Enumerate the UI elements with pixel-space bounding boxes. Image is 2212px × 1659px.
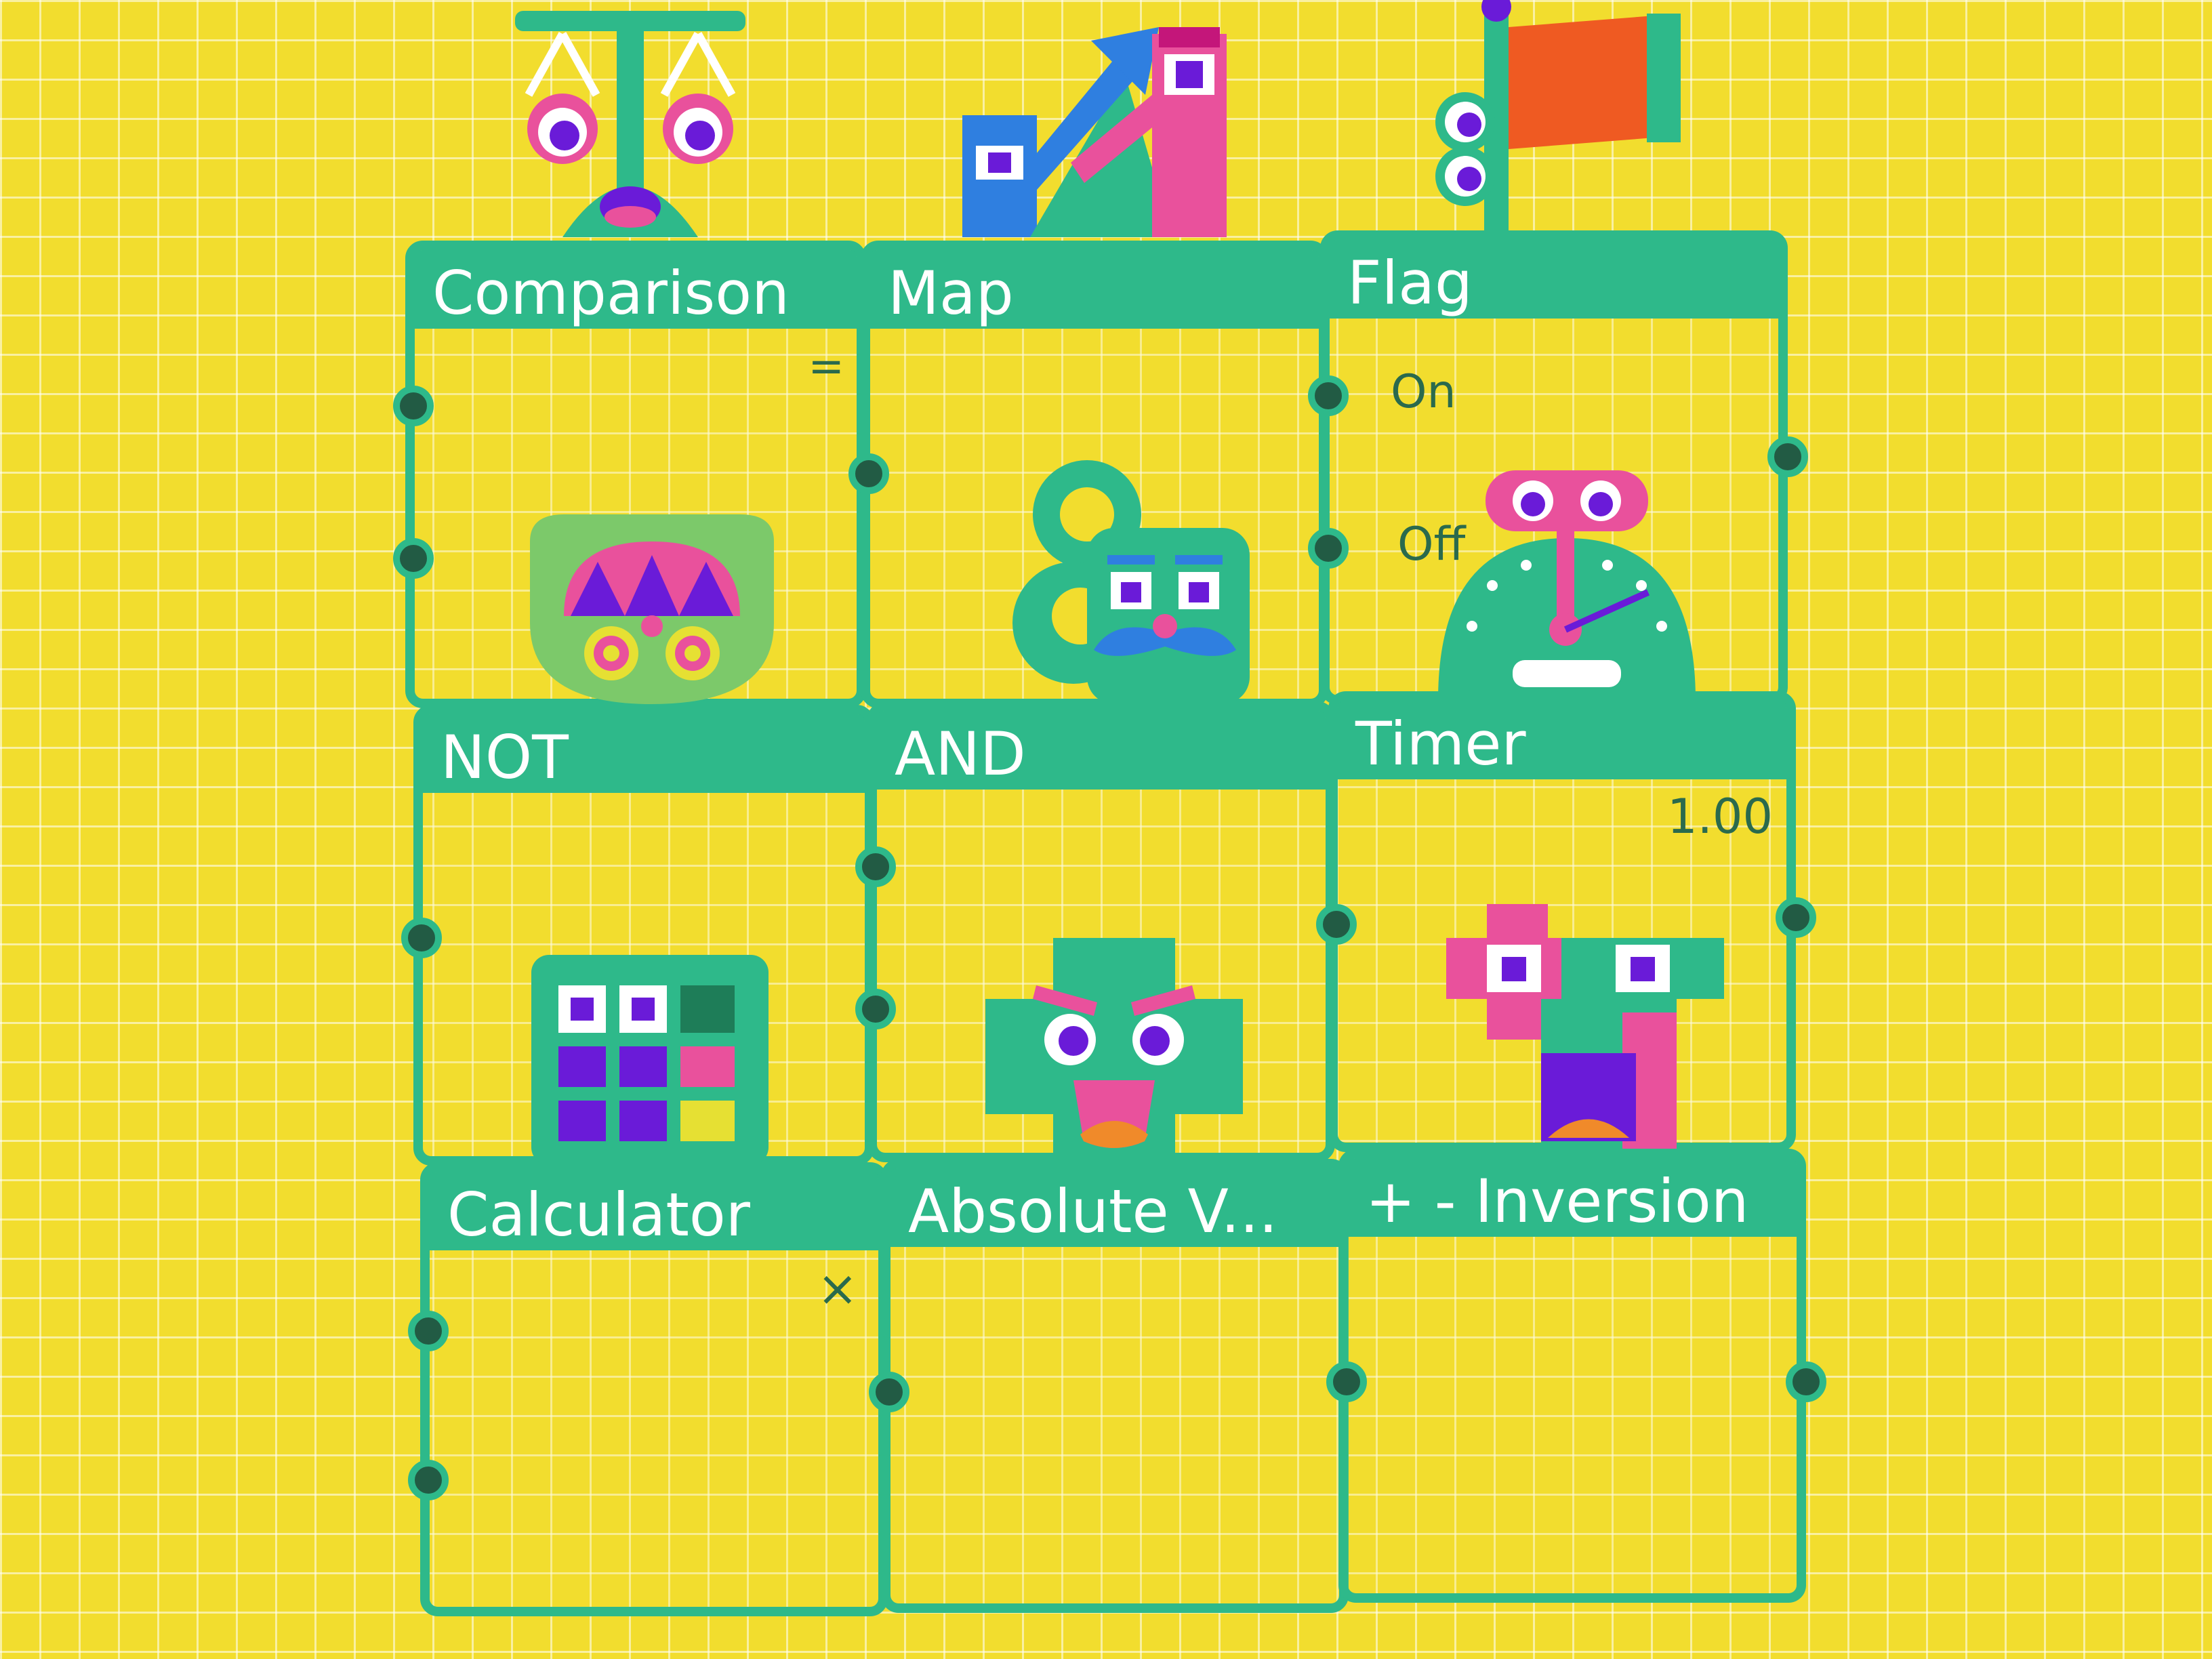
timer-output-port[interactable] [1776, 897, 1816, 938]
flag-node[interactable]: Flag On Off [1308, 230, 1808, 705]
comparison-node[interactable]: Comparison = [393, 241, 866, 708]
map-arrows-mascot-icon [956, 14, 1240, 237]
comparison-scale-mascot-icon [501, 7, 759, 237]
and-angry-face-icon [985, 938, 1243, 1168]
calculator-input-port-b[interactable] [408, 1460, 449, 1500]
comparison-operator: = [808, 342, 844, 392]
map-input-port[interactable] [848, 453, 889, 494]
timer-duration-value[interactable]: 1.00 [1667, 789, 1773, 844]
calculator-node-title: Calculator [447, 1180, 750, 1250]
flag-output-port[interactable] [1767, 436, 1808, 477]
map-mustache-face-icon [1012, 453, 1256, 704]
and-input-port-a[interactable] [855, 846, 896, 887]
not-input-port[interactable] [401, 918, 442, 958]
flag-gauge-face-icon [1431, 464, 1702, 701]
inversion-node-title: + - Inversion [1366, 1166, 1749, 1236]
timer-blocky-face-icon [1446, 904, 1731, 1155]
timer-input-port[interactable] [1316, 904, 1357, 945]
absolute-value-node[interactable]: Absolute V... [869, 1159, 1349, 1613]
not-node[interactable]: NOT [401, 705, 874, 1166]
inversion-node[interactable]: + - Inversion [1326, 1149, 1826, 1603]
comparison-input-port-b[interactable] [393, 538, 434, 579]
flag-off-port[interactable] [1308, 528, 1349, 569]
flag-on-port[interactable] [1308, 375, 1349, 416]
flag-node-title: Flag [1347, 248, 1473, 318]
not-node-title: NOT [441, 722, 569, 792]
comparison-input-port-a[interactable] [393, 386, 434, 426]
not-calculator-icon [531, 955, 769, 1165]
timer-node-title: Timer [1355, 709, 1526, 779]
and-node[interactable]: AND [855, 701, 1335, 1168]
and-input-port-b[interactable] [855, 989, 896, 1029]
absolute-value-input-port[interactable] [869, 1372, 909, 1412]
inversion-output-port[interactable] [1786, 1361, 1826, 1402]
map-node[interactable]: Map [848, 241, 1328, 708]
calculator-operator: × [817, 1260, 858, 1317]
calculator-node[interactable]: Calculator × [408, 1162, 888, 1616]
comparison-face-icon [516, 514, 787, 704]
map-node-title: Map [888, 258, 1014, 328]
and-node-title: AND [895, 719, 1026, 789]
comparison-node-title: Comparison [432, 258, 790, 328]
inversion-input-port[interactable] [1326, 1361, 1367, 1402]
flag-on-label: On [1391, 365, 1456, 419]
flag-mascot-icon [1423, 0, 1694, 230]
timer-node[interactable]: Timer 1.00 [1316, 691, 1816, 1155]
absolute-value-node-title: Absolute V... [908, 1176, 1278, 1246]
calculator-input-port-a[interactable] [408, 1311, 449, 1351]
